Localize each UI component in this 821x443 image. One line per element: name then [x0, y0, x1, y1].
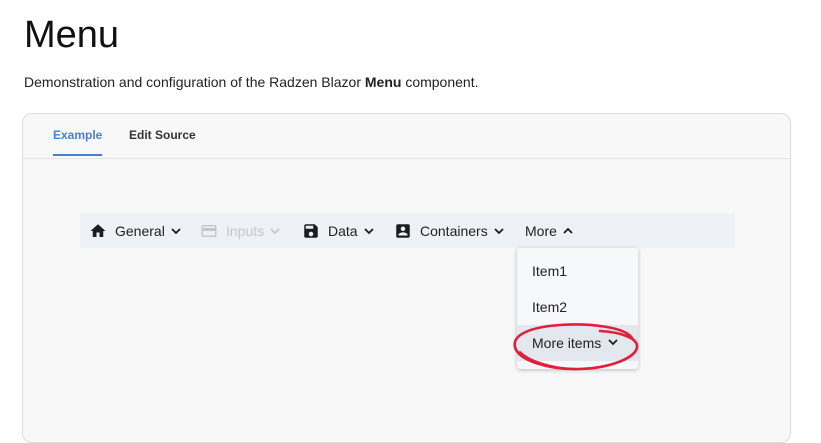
menu-item-data-label: Data — [328, 222, 358, 239]
menu-item-inputs: Inputs — [200, 213, 281, 248]
tab-edit-source[interactable]: Edit Source — [129, 128, 196, 154]
menu-item-inputs-label: Inputs — [226, 222, 265, 239]
chevron-down-icon — [269, 225, 281, 237]
chevron-down-icon — [493, 225, 505, 237]
chevron-up-icon — [562, 225, 574, 237]
submenu-item-item2[interactable]: Item2 — [517, 289, 638, 325]
page-title: Menu — [24, 14, 120, 56]
description-component-name: Menu — [364, 74, 402, 90]
menu-item-general[interactable]: General — [89, 213, 182, 248]
chevron-down-icon — [607, 335, 619, 351]
tab-example[interactable]: Example — [53, 128, 103, 156]
submenu-item-item2-label: Item2 — [532, 299, 568, 315]
menu-bar: General Inputs Data Containers More — [80, 213, 735, 248]
menu-item-data[interactable]: Data — [302, 213, 375, 248]
example-card: Example Edit Source General Inputs Data … — [22, 113, 791, 443]
menu-item-containers[interactable]: Containers — [394, 213, 505, 248]
submenu-item-item1-label: Item1 — [532, 263, 568, 279]
menu-item-more-label: More — [525, 222, 557, 239]
description-suffix: component. — [401, 74, 479, 90]
chevron-down-icon — [363, 225, 375, 237]
tab-strip: Example Edit Source — [23, 114, 790, 159]
credit-card-icon — [200, 222, 218, 240]
menu-item-more[interactable]: More — [525, 213, 574, 248]
menu-item-containers-label: Containers — [420, 222, 488, 239]
save-icon — [302, 222, 320, 240]
page-description: Demonstration and configuration of the R… — [24, 73, 479, 91]
submenu-item-item1[interactable]: Item1 — [517, 253, 638, 289]
submenu-item-more-items-label: More items — [532, 335, 602, 351]
chevron-down-icon — [170, 225, 182, 237]
home-icon — [89, 222, 107, 240]
account-box-icon — [394, 222, 412, 240]
more-submenu: Item1 Item2 More items — [517, 248, 638, 369]
description-prefix: Demonstration and configuration of the R… — [24, 74, 365, 90]
menu-item-general-label: General — [115, 222, 165, 239]
submenu-item-more-items[interactable]: More items — [517, 325, 638, 361]
